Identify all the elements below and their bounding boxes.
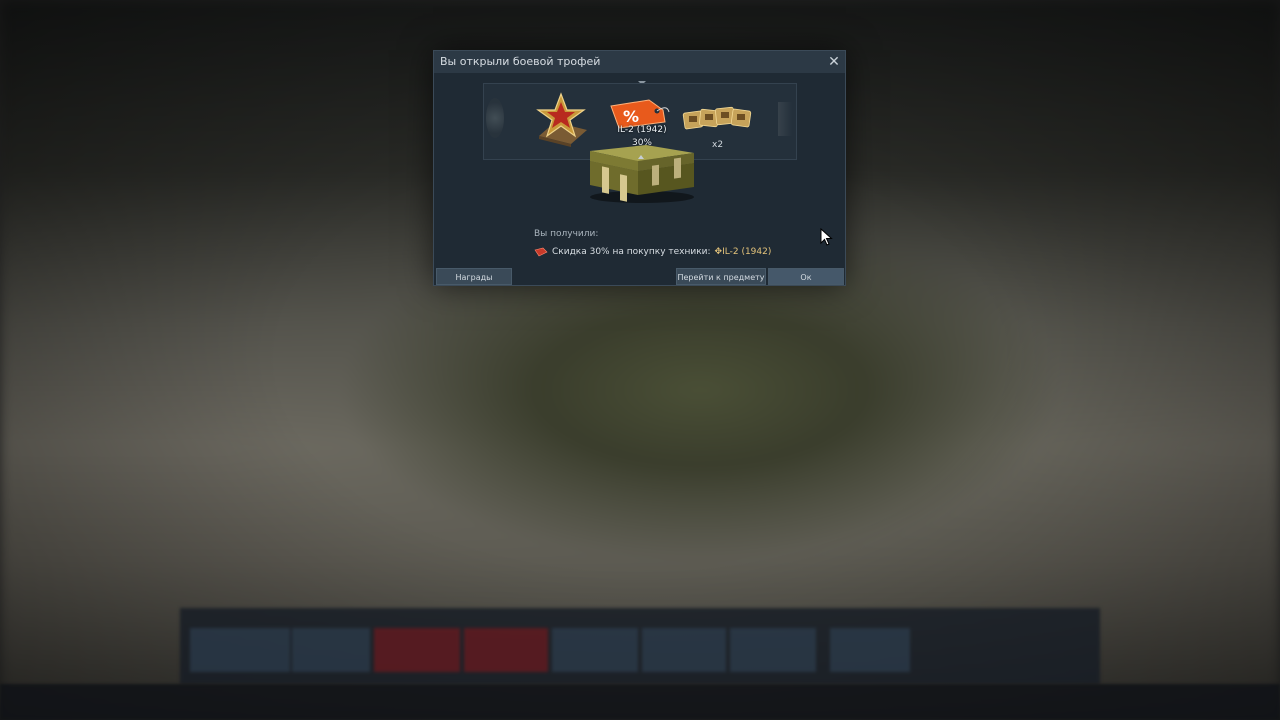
- bottom-menu-bar: [0, 684, 1280, 720]
- rewards-button[interactable]: Награды: [436, 268, 512, 285]
- ok-button[interactable]: Ок: [768, 268, 844, 285]
- crew-slot-bar: [180, 608, 1100, 684]
- crew-slot: [374, 628, 460, 672]
- dialog-header: Вы открыли боевой трофей ✕: [434, 51, 845, 73]
- cards-count-label: x2: [712, 140, 724, 150]
- reel-center-marker-icon: [638, 155, 644, 159]
- received-label: Вы получили:: [534, 229, 599, 239]
- plane-icon: ✥: [714, 247, 723, 257]
- reward-vehicle-name: IL-2 (1942): [722, 247, 772, 257]
- reel-item-faded-left: [486, 98, 504, 138]
- crew-slot: [830, 628, 910, 672]
- trophy-dialog: Вы открыли боевой трофей ✕ % IL-2 (1942)…: [433, 50, 846, 286]
- reward-vehicle-link[interactable]: ✥IL-2 (1942): [715, 247, 772, 257]
- crew-slot: [464, 628, 548, 672]
- reel-item-faded-right: [778, 102, 792, 136]
- reward-line: Скидка 30% на покупку техники: ✥IL-2 (19…: [534, 247, 771, 257]
- crew-slot: [552, 628, 638, 672]
- trophy-chest-icon: [590, 145, 694, 203]
- star-badge-icon: [536, 92, 587, 147]
- reward-text: Скидка 30% на покупку техники:: [552, 247, 711, 257]
- close-icon[interactable]: ✕: [825, 53, 843, 71]
- discount-ticket-icon: [534, 247, 548, 257]
- crew-slot: [190, 628, 290, 672]
- goto-item-button[interactable]: Перейти к предмету: [676, 268, 766, 285]
- dialog-title: Вы открыли боевой трофей: [440, 55, 601, 68]
- svg-text:%: %: [623, 107, 639, 126]
- crew-slot: [730, 628, 816, 672]
- crew-slot: [292, 628, 370, 672]
- mouse-cursor-icon: [820, 228, 833, 246]
- crew-slot: [642, 628, 726, 672]
